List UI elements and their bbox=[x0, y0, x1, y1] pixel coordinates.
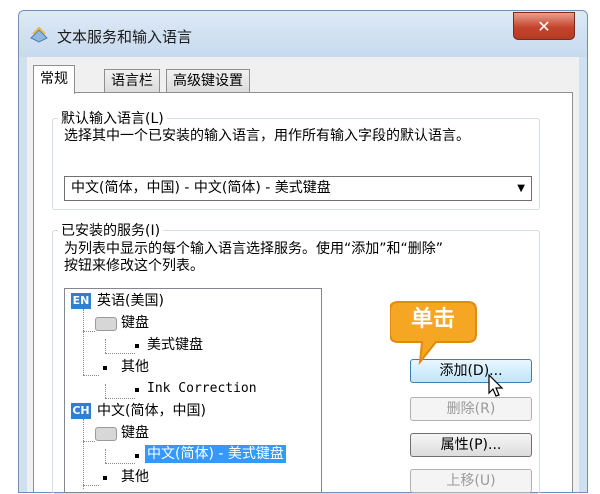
close-icon: ✕ bbox=[537, 16, 551, 36]
move-up-button[interactable]: 上移(U) bbox=[410, 469, 532, 493]
installed-services-description-line2: 按钮来修改这个列表。 bbox=[64, 258, 204, 274]
tree-item-ch-other[interactable]: 其他 bbox=[121, 468, 149, 486]
installed-services-tree[interactable]: EN 英语(美国) 键盘 美式键盘 其他 Ink Correction CH 中… bbox=[64, 288, 322, 493]
installed-services-group-label: 已安装的服务(I) bbox=[58, 220, 164, 240]
default-language-description: 选择其中一个已安装的输入语言，用作所有输入字段的默认语言。 bbox=[64, 128, 470, 144]
default-language-value: 中文(简体，中国) - 中文(简体) - 美式键盘 bbox=[71, 180, 331, 196]
tab-language-bar-label: 语言栏 bbox=[111, 73, 153, 89]
tree-item-ch-us-keyboard-selected[interactable]: 中文(简体) - 美式键盘 bbox=[145, 445, 286, 463]
tree-connector bbox=[83, 485, 99, 486]
tree-connector bbox=[105, 449, 106, 463]
move-up-button-label: 上移(U) bbox=[446, 473, 496, 489]
bullet-icon bbox=[103, 476, 107, 480]
tree-item-ch-language[interactable]: 中文(简体，中国) bbox=[97, 402, 206, 420]
remove-button-label: 删除(R) bbox=[446, 401, 496, 417]
tree-item-en-language[interactable]: 英语(美国) bbox=[97, 292, 164, 310]
ch-language-badge-icon: CH bbox=[71, 403, 91, 419]
tree-item-en-us-keyboard[interactable]: 美式键盘 bbox=[147, 336, 203, 354]
dropdown-arrow-icon: ▼ bbox=[517, 183, 525, 194]
click-callout: 单击 bbox=[390, 300, 486, 366]
bullet-icon bbox=[135, 344, 139, 348]
tab-advanced-key-settings-label: 高级键设置 bbox=[173, 73, 243, 89]
properties-button-label: 属性(P)... bbox=[440, 437, 502, 453]
en-language-badge-icon: EN bbox=[71, 293, 91, 309]
en-badge-text: EN bbox=[72, 294, 90, 307]
tab-language-bar[interactable]: 语言栏 bbox=[104, 69, 160, 92]
bullet-icon bbox=[103, 366, 107, 370]
tree-item-ink-correction[interactable]: Ink Correction bbox=[147, 380, 257, 398]
bullet-icon bbox=[135, 388, 139, 392]
mouse-cursor-icon bbox=[488, 374, 504, 397]
tree-item-en-keyboard[interactable]: 键盘 bbox=[121, 314, 149, 332]
tab-general-label: 常规 bbox=[40, 71, 68, 87]
default-language-select[interactable]: 中文(简体，中国) - 中文(简体) - 美式键盘 ▼ bbox=[64, 176, 532, 201]
tree-connector bbox=[83, 331, 95, 332]
title-bar: 文本服务和输入语言 bbox=[19, 11, 587, 57]
window-title: 文本服务和输入语言 bbox=[57, 28, 193, 46]
default-language-group-label: 默认输入语言(L) bbox=[58, 108, 167, 128]
tree-connector bbox=[83, 441, 95, 442]
tab-advanced-key-settings[interactable]: 高级键设置 bbox=[166, 69, 250, 92]
tree-item-en-other[interactable]: 其他 bbox=[121, 358, 149, 376]
close-button[interactable]: ✕ bbox=[513, 12, 575, 40]
keyboard-icon bbox=[95, 427, 117, 441]
tab-general[interactable]: 常规 bbox=[33, 65, 75, 94]
tree-connector bbox=[83, 309, 84, 375]
properties-button[interactable]: 属性(P)... bbox=[410, 433, 532, 457]
tree-connector bbox=[105, 339, 106, 353]
bullet-icon bbox=[135, 454, 139, 458]
keyboard-app-icon bbox=[30, 26, 48, 43]
ch-badge-text: CH bbox=[72, 404, 90, 417]
tree-connector bbox=[83, 419, 84, 489]
tree-connector bbox=[105, 398, 135, 399]
tree-connector bbox=[83, 375, 99, 376]
tree-connector bbox=[105, 384, 106, 398]
tree-connector bbox=[105, 463, 135, 464]
installed-services-description-line1: 为列表中显示的每个输入语言选择服务。使用“添加”和“删除” bbox=[64, 241, 444, 257]
tree-item-ch-keyboard[interactable]: 键盘 bbox=[121, 424, 149, 442]
tree-connector bbox=[105, 353, 135, 354]
keyboard-icon bbox=[95, 317, 117, 331]
callout-text: 单击 bbox=[410, 307, 455, 332]
remove-button[interactable]: 删除(R) bbox=[410, 397, 532, 421]
